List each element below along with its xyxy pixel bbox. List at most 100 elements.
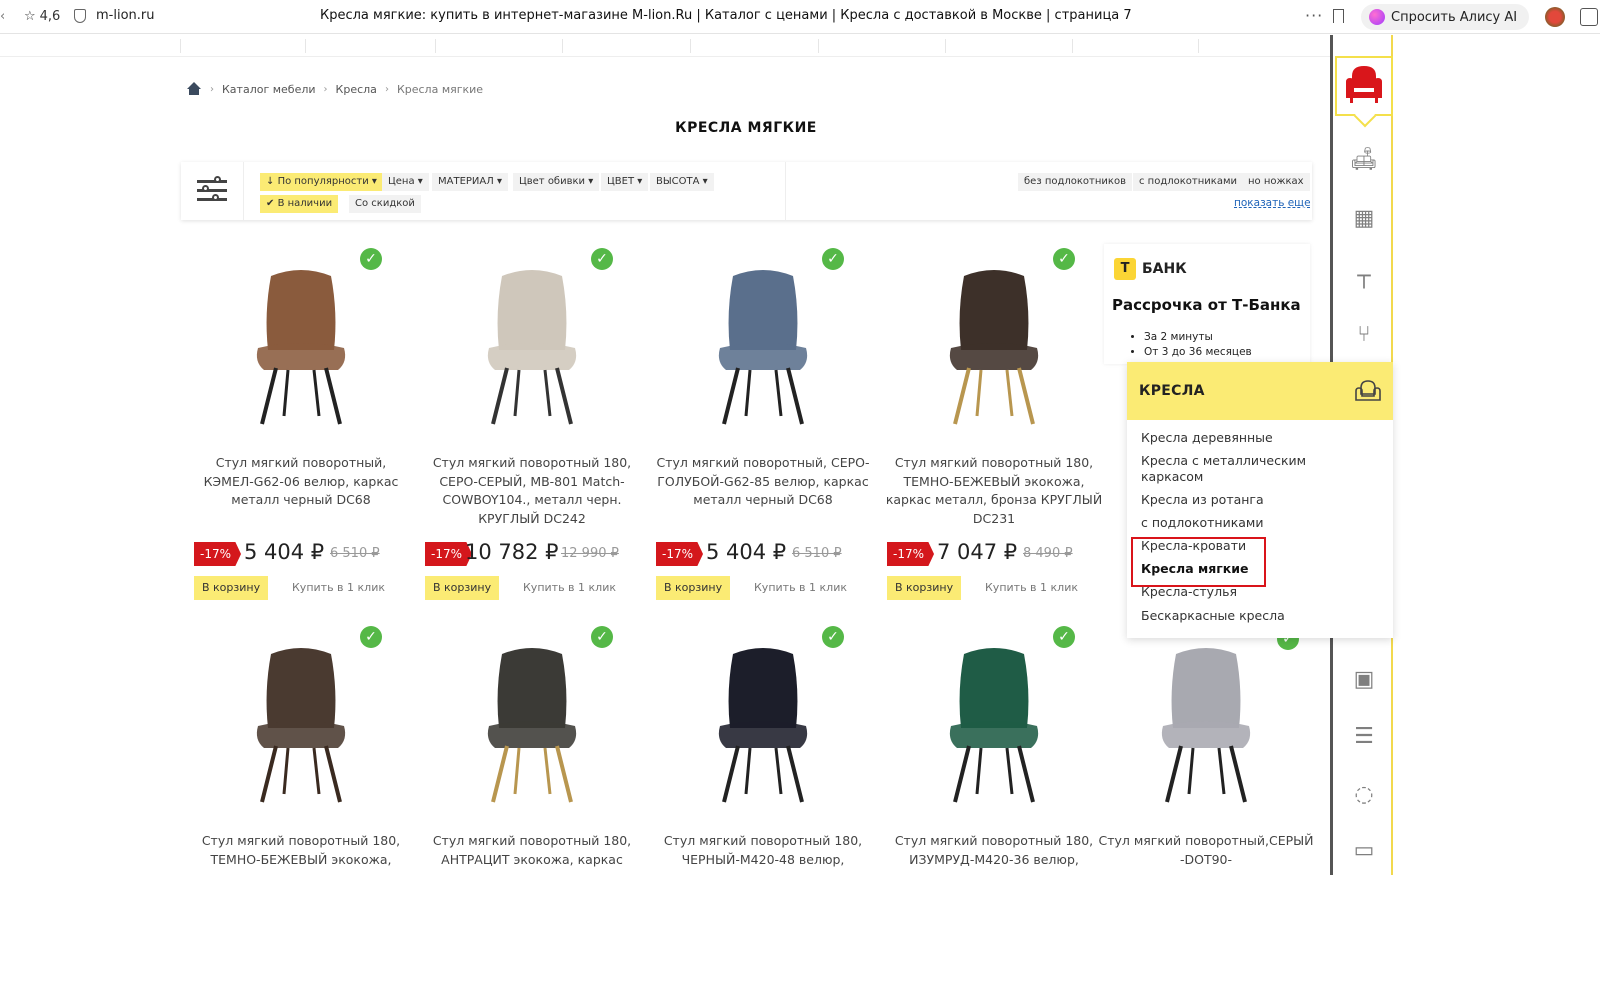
product-card[interactable]: ✓ Стул мягкий поворотный 180, ЧЕРНЫЙ-М420…: [652, 622, 874, 982]
armchair-icon: [1355, 380, 1381, 401]
height-filter[interactable]: ВЫСОТА ▾: [650, 173, 714, 191]
kitchen-icon[interactable]: ▦: [1347, 204, 1381, 232]
sofa-icon[interactable]: 🛋: [1347, 145, 1381, 173]
product-name[interactable]: Стул мягкий поворотный, СЕРО-ГОЛУБОЙ-G62…: [652, 454, 874, 510]
highlight-box: [1131, 537, 1266, 587]
coffee-table-icon[interactable]: ▭: [1347, 836, 1381, 864]
product-image[interactable]: [457, 258, 607, 428]
product-name[interactable]: Стул мягкий поворотный 180, ТЕМНО-БЕЖЕВЫ…: [883, 454, 1105, 528]
star-icon: ☆: [24, 9, 36, 24]
alice-ai-button[interactable]: Спросить Алису AI: [1361, 4, 1530, 30]
product-card[interactable]: ✓ Стул мягкий поворотный 180, СЕРО-СЕРЫЙ,…: [421, 244, 643, 604]
discount-toggle[interactable]: Со скидкой: [349, 195, 421, 213]
alice-icon: [1369, 9, 1385, 25]
discount-badge: -17%: [887, 542, 935, 566]
product-image[interactable]: [919, 636, 1069, 806]
breadcrumb: › Каталог мебели › Кресла › Кресла мягки…: [186, 82, 483, 96]
material-filter[interactable]: МАТЕРИАЛ ▾: [432, 173, 508, 191]
bookmark-icon[interactable]: [1333, 9, 1344, 23]
product-image[interactable]: [226, 258, 376, 428]
add-to-cart-button[interactable]: В корзину: [194, 576, 269, 600]
tbank-logo: Т БАНК: [1114, 258, 1187, 280]
product-card[interactable]: ✓ Стул мягкий поворотный,СЕРЫЙ -DOT90-: [1095, 622, 1317, 982]
breadcrumb-current: Кресла мягкие: [396, 82, 484, 96]
armchair-icon: [1346, 66, 1382, 103]
product-card[interactable]: ✓ Стул мягкий поворотный, КЭМЕЛ-G62-06 ве…: [190, 244, 412, 604]
product-image[interactable]: [688, 258, 838, 428]
breadcrumb-catalog[interactable]: Каталог мебели: [222, 83, 316, 96]
dropdown-item-rattan[interactable]: Кресла из ротанга: [1141, 492, 1341, 508]
product-card[interactable]: ✓ Стул мягкий поворотный 180, АНТРАЦИТ эк…: [421, 622, 643, 982]
color-filter[interactable]: ЦВЕТ ▾: [601, 173, 649, 191]
breadcrumb-armchairs[interactable]: Кресла: [336, 83, 377, 96]
product-name[interactable]: Стул мягкий поворотный, КЭМЕЛ-G62-06 вел…: [190, 454, 412, 510]
extension-icon[interactable]: [1545, 7, 1565, 27]
extensions-icon[interactable]: [1580, 8, 1598, 26]
dropdown-title: КРЕСЛА: [1139, 383, 1205, 399]
dropdown-header[interactable]: КРЕСЛА: [1127, 362, 1393, 420]
installment-points: За 2 минуты От 3 до 36 месяцев: [1144, 330, 1252, 360]
in-stock-toggle[interactable]: ✔ В наличии: [260, 195, 339, 213]
old-price: 8 490 ₽: [1023, 546, 1073, 561]
dropdown-item-frameless[interactable]: Бескаркасные кресла: [1141, 608, 1341, 624]
product-name[interactable]: Стул мягкий поворотный 180, ЧЕРНЫЙ-М420-…: [652, 832, 874, 869]
add-to-cart-button[interactable]: В корзину: [656, 576, 731, 600]
product-image[interactable]: [688, 636, 838, 806]
old-price: 12 990 ₽: [561, 546, 619, 561]
mirror-icon[interactable]: ◌: [1347, 780, 1381, 808]
product-price: 10 782 ₽: [465, 540, 559, 564]
installment-title: Рассрочка от Т-Банка: [1112, 296, 1301, 314]
dropdown-item-with-armrests[interactable]: с подлокотниками: [1141, 515, 1341, 531]
page-tab-title: Кресла мягкие: купить в интернет-магазин…: [320, 8, 1132, 23]
product-name[interactable]: Стул мягкий поворотный,СЕРЫЙ -DOT90-: [1095, 832, 1317, 869]
product-image[interactable]: [1131, 636, 1281, 806]
tag-no-armrests[interactable]: без подлокотников: [1018, 173, 1132, 191]
product-image[interactable]: [457, 636, 607, 806]
product-card[interactable]: ✓ Стул мягкий поворотный 180, ТЕМНО-БЕЖЕВ…: [883, 244, 1105, 604]
dropdown-item-wooden[interactable]: Кресла деревянные: [1141, 430, 1341, 446]
filter-bar: ↓ По популярности ▾ Цена ▾ МАТЕРИАЛ ▾ Цв…: [181, 162, 1312, 220]
product-name[interactable]: Стул мягкий поворотный 180, ТЕМНО-БЕЖЕВЫ…: [190, 832, 412, 869]
armchairs-dropdown: КРЕСЛА Кресла деревянные Кресла с металл…: [1127, 362, 1393, 638]
buy-one-click-button[interactable]: Купить в 1 клик: [754, 581, 847, 594]
sort-popularity-dropdown[interactable]: ↓ По популярности ▾: [260, 173, 383, 191]
product-name[interactable]: Стул мягкий поворотный 180, ИЗУМРУД-М420…: [883, 832, 1105, 869]
installment-point: За 2 минуты: [1144, 330, 1252, 345]
address-domain[interactable]: m-lion.ru: [96, 8, 155, 23]
shelf-icon[interactable]: ☰: [1347, 722, 1381, 750]
discount-badge: -17%: [194, 542, 242, 566]
chair-icon[interactable]: ⑂: [1347, 320, 1381, 348]
product-price: 5 404 ₽: [706, 540, 787, 564]
nav-edge: ‹: [0, 9, 6, 24]
dropdown-item-metal-frame[interactable]: Кресла с металлическим каркасом: [1141, 453, 1341, 485]
fireplace-icon[interactable]: ▣: [1347, 665, 1381, 693]
buy-one-click-button[interactable]: Купить в 1 клик: [292, 581, 385, 594]
more-icon[interactable]: ···: [1305, 6, 1323, 25]
rail-active-category[interactable]: [1335, 56, 1393, 116]
add-to-cart-button[interactable]: В корзину: [887, 576, 962, 600]
add-to-cart-button[interactable]: В корзину: [425, 576, 500, 600]
product-image[interactable]: [919, 258, 1069, 428]
filter-settings-icon[interactable]: [197, 176, 227, 204]
shield-icon[interactable]: [74, 9, 86, 23]
product-name[interactable]: Стул мягкий поворотный 180, СЕРО-СЕРЫЙ, …: [421, 454, 643, 528]
product-name[interactable]: Стул мягкий поворотный 180, АНТРАЦИТ эко…: [421, 832, 643, 869]
show-more-link[interactable]: показать еще: [1234, 197, 1311, 209]
tag-with-armrests[interactable]: с подлокотниками: [1133, 173, 1243, 191]
upholstery-filter[interactable]: Цвет обивки ▾: [513, 173, 600, 191]
site-rating[interactable]: ☆ 4,6: [24, 9, 60, 24]
price-filter[interactable]: Цена ▾: [382, 173, 429, 191]
installment-banner[interactable]: ТБАНК Рассрочка от Т-Банка За 2 минуты О…: [1104, 244, 1310, 364]
product-card[interactable]: ✓ Стул мягкий поворотный 180, ИЗУМРУД-М42…: [883, 622, 1105, 982]
buy-one-click-button[interactable]: Купить в 1 клик: [985, 581, 1078, 594]
table-icon[interactable]: ┬: [1347, 262, 1381, 290]
product-card[interactable]: ✓ Стул мягкий поворотный, СЕРО-ГОЛУБОЙ-G6…: [652, 244, 874, 604]
product-card[interactable]: ✓ Стул мягкий поворотный 180, ТЕМНО-БЕЖЕВ…: [190, 622, 412, 982]
browser-toolbar: ‹ ☆ 4,6 m-lion.ru Кресла мягкие: купить в…: [0, 0, 1600, 34]
installment-point: От 3 до 36 месяцев: [1144, 345, 1252, 360]
product-image[interactable]: [226, 636, 376, 806]
tag-on-legs[interactable]: но ножках: [1242, 173, 1310, 191]
home-icon[interactable]: [186, 82, 202, 96]
buy-one-click-button[interactable]: Купить в 1 клик: [523, 581, 616, 594]
old-price: 6 510 ₽: [792, 546, 842, 561]
